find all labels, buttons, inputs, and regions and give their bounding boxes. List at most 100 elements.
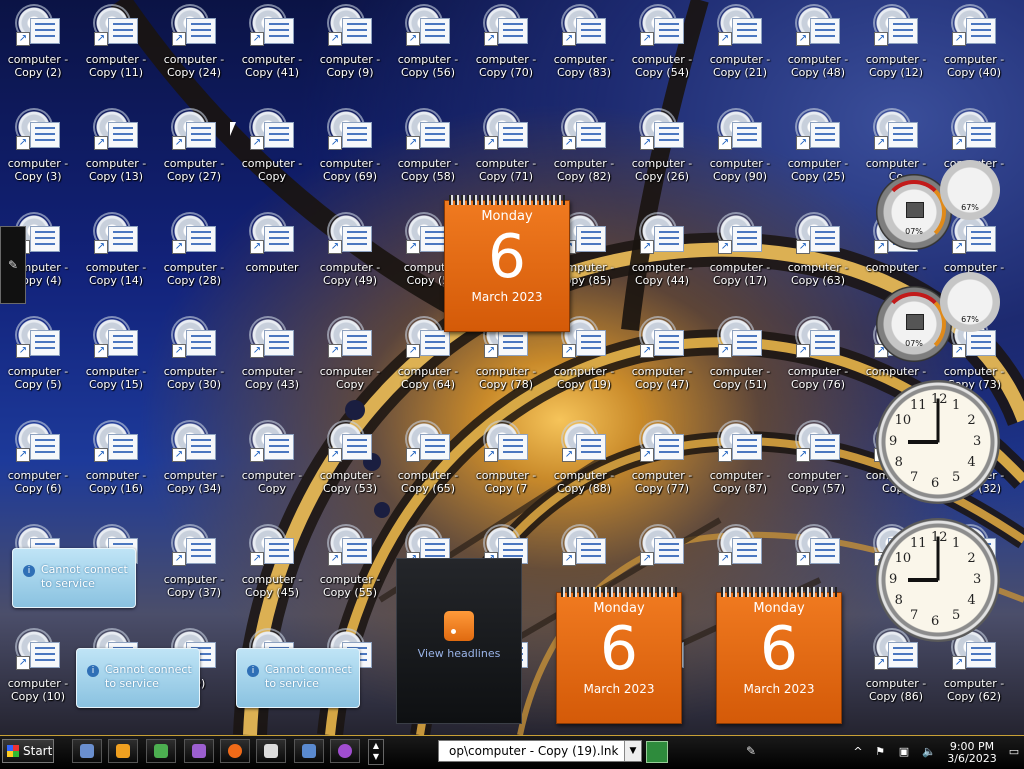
quick-launch-window[interactable] [294, 739, 324, 763]
checklist-icon [576, 226, 606, 252]
desktop-shortcut[interactable]: ↗ computer - Copy (63) [780, 208, 856, 298]
shortcut-arrow-icon: ↗ [484, 136, 498, 150]
quick-launch-screen[interactable] [146, 739, 176, 763]
shortcut-arrow-icon: ↗ [94, 32, 108, 46]
quick-launch-computer[interactable] [72, 739, 102, 763]
desktop-shortcut[interactable]: ↗ computer - Copy (45) [234, 520, 310, 610]
desktop-shortcut[interactable]: ↗ computer - Copy (77) [624, 416, 700, 506]
feed-headlines-gadget[interactable]: View headlines [396, 558, 522, 724]
chevron-down-icon[interactable]: ▼ [624, 741, 641, 761]
quick-launch-firefox[interactable] [220, 739, 250, 763]
desktop-shortcut[interactable]: ↗ computer - Copy (30) [156, 312, 232, 402]
shortcut-arrow-icon: ↗ [172, 32, 186, 46]
desktop-shortcut[interactable]: ↗ computer - Copy (51) [702, 312, 778, 402]
desktop-shortcut[interactable]: ↗ computer [234, 208, 310, 298]
desktop-shortcut[interactable]: ↗ computer - Copy (65) [390, 416, 466, 506]
quick-launch-browser[interactable] [330, 739, 360, 763]
shortcut-label-line2: Copy (12) [869, 66, 923, 79]
desktop-shortcut[interactable]: ↗ computer - Copy (87) [702, 416, 778, 506]
desktop-shortcut[interactable]: ↗ computer -Copy [234, 416, 310, 506]
ram-meter-gadget[interactable]: 67% [940, 160, 1000, 220]
desktop-shortcut[interactable]: ↗ computer - Copy (76) [780, 312, 856, 402]
clock-gadget[interactable]: 121234567891011 [876, 380, 1000, 504]
desktop-shortcut[interactable]: ↗ computer - Copy (37) [156, 520, 232, 610]
desktop-shortcut[interactable]: ↗ computer - Copy (48) [780, 0, 856, 90]
desktop-shortcut[interactable]: ↗ computer - Copy (83) [546, 0, 622, 90]
weather-gadget-error[interactable]: i Cannot connect to service [76, 648, 200, 708]
ram-meter-gadget[interactable]: 67% [940, 272, 1000, 332]
desktop-shortcut[interactable]: ↗ computer - Copy (57) [780, 416, 856, 506]
desktop-shortcut[interactable]: ↗ computer - Copy (7 [468, 416, 544, 506]
desktop-shortcut[interactable]: ↗ computer - Copy (26) [624, 104, 700, 194]
desktop-shortcut[interactable]: ↗ computer - Copy (71) [468, 104, 544, 194]
chevron-up-icon[interactable]: ^ [852, 746, 864, 758]
desktop-shortcut[interactable]: ↗ computer - Copy (24) [156, 0, 232, 90]
desktop-shortcut[interactable]: ↗ computer - Copy (3) [0, 104, 76, 194]
taskbar-clock[interactable]: 9:00 PM 3/6/2023 [942, 741, 1002, 765]
desktop-shortcut[interactable]: ↗ computer - Copy (17) [702, 208, 778, 298]
quick-launch-media-player[interactable] [108, 739, 138, 763]
network-icon[interactable]: ▣ [898, 746, 910, 758]
desktop-shortcut[interactable]: ↗ computer - Copy (10) [0, 624, 76, 714]
desktop-shortcut[interactable]: ↗ computer - Copy (53) [312, 416, 388, 506]
desktop-shortcut[interactable]: ↗ computer - Copy (5) [0, 312, 76, 402]
desktop-shortcut[interactable]: ↗ computer - Copy (56) [390, 0, 466, 90]
desktop-shortcut[interactable]: ↗ computer - Copy (70) [468, 0, 544, 90]
notepad-icon[interactable]: ✎ [746, 744, 760, 758]
desktop-shortcut[interactable]: ↗ computer - Copy (12) [858, 0, 934, 90]
desktop-shortcut[interactable]: ↗ computer - Copy (90) [702, 104, 778, 194]
calendar-gadget[interactable]: Monday 6 March 2023 [556, 587, 682, 724]
desktop-shortcut[interactable]: ↗ computer - Copy (11) [78, 0, 154, 90]
desktop-shortcut[interactable]: ↗ computer - Copy (13) [78, 104, 154, 194]
desktop-shortcut[interactable]: ↗ computer - Copy (28) [156, 208, 232, 298]
quick-launch-calculator[interactable] [256, 739, 286, 763]
weather-gadget-error[interactable]: i Cannot connect to service [12, 548, 136, 608]
desktop-shortcut[interactable]: ↗ computer - Copy (21) [702, 0, 778, 90]
desktop-shortcut[interactable]: ↗ computer - Copy (16) [78, 416, 154, 506]
shortcut-label-line2: Copy (40) [947, 66, 1001, 79]
quick-launch-messenger[interactable] [184, 739, 214, 763]
desktop-shortcut[interactable]: ↗ computer - Copy (58) [390, 104, 466, 194]
quick-launch-scroll[interactable]: ▲ ▼ [368, 739, 384, 765]
go-button[interactable] [646, 741, 668, 763]
desktop-shortcut[interactable]: ↗ computer - Copy (47) [624, 312, 700, 402]
start-button[interactable]: Start [2, 739, 54, 763]
desktop-shortcut[interactable]: ↗ computer - Copy (82) [546, 104, 622, 194]
desktop-shortcut[interactable]: ↗ computer - Copy (34) [156, 416, 232, 506]
desktop-shortcut[interactable]: ↗ computer - Copy (69) [312, 104, 388, 194]
monitor-icon[interactable]: ▭ [1008, 746, 1020, 758]
shortcut-icon: ↗ [170, 6, 218, 48]
desktop-shortcut[interactable]: ↗ computer - Copy (6) [0, 416, 76, 506]
shortcut-label-line1: computer - [241, 365, 303, 378]
desktop-shortcut[interactable]: ↗ computer - Copy (27) [156, 104, 232, 194]
shortcut-label-line2: Copy (3) [14, 170, 62, 183]
desktop-shortcut[interactable]: ↗ computer - Copy (40) [936, 0, 1012, 90]
shortcut-label-line2: Copy (5) [14, 378, 62, 391]
desktop-shortcut[interactable]: ↗ computer - Copy (9) [312, 0, 388, 90]
desktop-shortcut[interactable]: ↗ computer - Copy (88) [546, 416, 622, 506]
weather-gadget-error[interactable]: i Cannot connect to service [236, 648, 360, 708]
desktop-shortcut[interactable]: ↗ computer - Copy (15) [78, 312, 154, 402]
desktop-shortcut[interactable]: ↗ computer - Copy (54) [624, 0, 700, 90]
desktop-shortcut[interactable]: ↗ computer - Copy (55) [312, 520, 388, 610]
flag-icon[interactable]: ⚑ [874, 746, 886, 758]
calendar-gadget[interactable]: Monday 6 March 2023 [716, 587, 842, 724]
desktop-shortcut[interactable]: ↗ computer - Copy (49) [312, 208, 388, 298]
volume-icon[interactable]: 🔈 [922, 746, 936, 758]
address-toolbar-field[interactable]: op\computer - Copy (19).lnk ▼ [438, 740, 642, 762]
desktop-shortcut[interactable]: ↗ computer - Copy (44) [624, 208, 700, 298]
checklist-icon [732, 434, 762, 460]
clock-gadget[interactable]: 121234567891011 [876, 518, 1000, 642]
calendar-gadget[interactable]: Monday 6 March 2023 [444, 195, 570, 332]
shortcut-label-line2: Copy (44) [635, 274, 689, 287]
sidebar-gadget-tab[interactable]: ✎ [0, 226, 26, 304]
desktop-shortcut[interactable]: ↗ computer - Copy (25) [780, 104, 856, 194]
desktop-shortcut[interactable]: ↗ computer - Copy (2) [0, 0, 76, 90]
desktop-shortcut[interactable]: ↗ computer -Copy [234, 104, 310, 194]
shortcut-label-line1: computer - [241, 53, 303, 66]
view-headlines-link[interactable]: View headlines [397, 647, 521, 660]
desktop-shortcut[interactable]: ↗ computer - Copy (43) [234, 312, 310, 402]
desktop-shortcut[interactable]: ↗ computer -Copy [312, 312, 388, 402]
desktop-shortcut[interactable]: ↗ computer - Copy (41) [234, 0, 310, 90]
desktop-shortcut[interactable]: ↗ computer - Copy (14) [78, 208, 154, 298]
